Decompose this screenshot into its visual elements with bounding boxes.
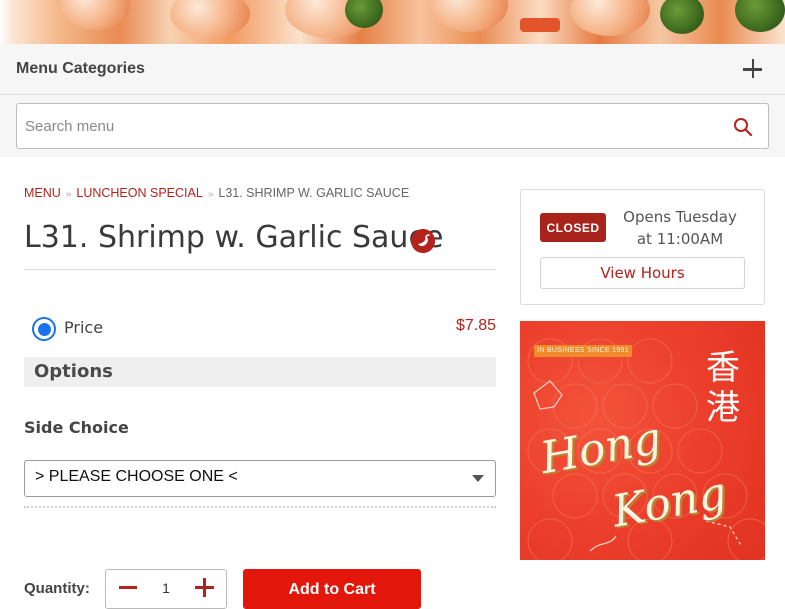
price-value: $7.85 xyxy=(455,317,496,334)
quantity-value[interactable]: 1 xyxy=(157,580,175,596)
broccoli-shape xyxy=(660,0,704,34)
opens-text: Opens Tuesday at 11:00AM xyxy=(615,206,745,250)
chevron-down-icon xyxy=(472,475,484,482)
promo-chinese-char-1: 香 xyxy=(706,348,740,388)
shrimp-shape xyxy=(430,0,508,32)
side-choice-label: Side Choice xyxy=(24,418,129,437)
increase-quantity-icon[interactable] xyxy=(195,578,214,597)
side-choice-selected-value: > PLEASE CHOOSE ONE < xyxy=(35,468,238,485)
shrimp-shape xyxy=(60,0,130,30)
search-icon[interactable] xyxy=(733,117,753,137)
breadcrumb-separator: » xyxy=(207,189,214,200)
promo-chinese-char-2: 港 xyxy=(706,388,740,428)
item-title: L31. Shrimp w. Garlic Sauce xyxy=(24,220,444,255)
promo-chinese-text: 香 港 xyxy=(703,348,743,428)
search-box[interactable] xyxy=(16,103,769,149)
breadcrumb-menu-link[interactable]: MENU xyxy=(24,186,61,200)
opens-line-2: at 11:00AM xyxy=(636,230,724,248)
dotted-divider xyxy=(24,506,496,508)
breadcrumb-category-link[interactable]: LUNCHEON SPECIAL xyxy=(76,186,202,200)
breadcrumb: MENU » LUNCHEON SPECIAL » L31. SHRIMP W. GAR… xyxy=(24,186,409,200)
status-badge: CLOSED xyxy=(540,213,606,242)
quantity-label: Quantity: xyxy=(24,580,90,597)
broccoli-shape xyxy=(735,0,785,32)
restaurant-promo-image: IN BUSINESS SINCE 1991 香 港 Hong Kong xyxy=(520,321,765,560)
breadcrumb-current: L31. SHRIMP W. GARLIC SAUCE xyxy=(218,186,410,200)
promo-banner: IN BUSINESS SINCE 1991 xyxy=(534,345,632,357)
price-radio[interactable] xyxy=(32,317,56,341)
add-to-cart-button[interactable]: Add to Cart xyxy=(243,569,421,609)
carrot-shape xyxy=(520,18,560,32)
options-title: Options xyxy=(34,361,113,382)
expand-plus-icon[interactable] xyxy=(743,59,763,80)
spicy-pepper-icon xyxy=(411,229,435,253)
opens-line-1: Opens Tuesday xyxy=(623,208,737,226)
hero-food-image xyxy=(0,0,785,44)
menu-categories-bar[interactable]: Menu Categories xyxy=(0,44,785,95)
menu-categories-title: Menu Categories xyxy=(16,60,145,77)
price-label: Price xyxy=(64,318,104,337)
shrimp-shape xyxy=(170,0,250,38)
decrease-quantity-icon[interactable] xyxy=(119,586,137,589)
title-divider xyxy=(24,269,496,270)
shrimp-shape xyxy=(570,0,650,36)
search-input[interactable] xyxy=(25,104,715,148)
breadcrumb-separator: » xyxy=(65,189,72,200)
view-hours-button[interactable]: View Hours xyxy=(540,257,745,289)
